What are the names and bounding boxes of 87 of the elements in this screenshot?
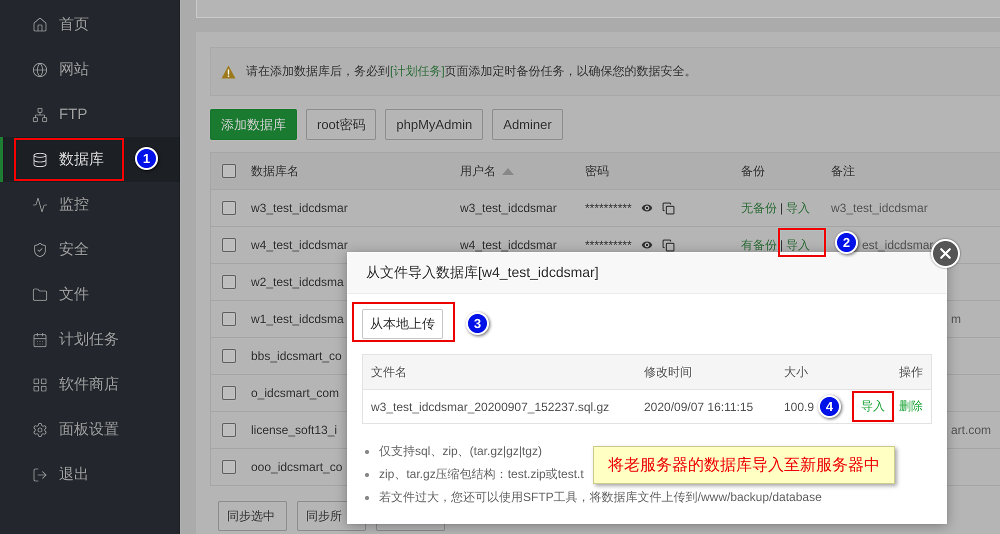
table-cell: w3_test_idcdsmar: [251, 201, 348, 215]
sidebar-item[interactable]: 安全: [0, 227, 180, 272]
grid-icon: [32, 376, 48, 392]
highlight-frame: [778, 228, 826, 257]
table-cell: w4_test_idcdsmar: [460, 238, 557, 252]
logout-icon: [32, 466, 48, 482]
column-header[interactable]: 备注: [831, 162, 855, 180]
backup-status[interactable]: 有备份: [741, 236, 777, 254]
close-icon: [937, 245, 954, 262]
table-cell: w3_test_idcdsmar_20200907_152237.sql.gz: [371, 400, 610, 414]
upload-button[interactable]: 从本地上传: [362, 309, 443, 339]
database-icon: [32, 152, 48, 168]
sidebar-item[interactable]: 首页: [0, 2, 180, 47]
note-text: zip、tar.gz压缩包结构：test.zip或test.t: [379, 467, 584, 482]
checkbox[interactable]: [222, 312, 236, 326]
table-cell: w3_test_idcdsmar: [831, 201, 928, 215]
column-header: 操作: [899, 364, 923, 380]
copy-icon[interactable]: [662, 238, 675, 252]
warning-icon: [221, 64, 236, 78]
sidebar-item[interactable]: 网站: [0, 47, 180, 92]
checkbox[interactable]: [222, 201, 236, 215]
column-header: 大小: [784, 364, 808, 380]
sidebar-item[interactable]: 计划任务: [0, 317, 180, 362]
checkbox[interactable]: [222, 349, 236, 363]
sidebar-item[interactable]: 监控: [0, 182, 180, 227]
settings-icon: [32, 422, 48, 438]
footer-button[interactable]: 同步选中: [218, 501, 287, 531]
calendar-icon: [32, 332, 48, 348]
import-link[interactable]: 导入: [786, 200, 810, 216]
table-cell: ooo_idcsmart_co: [251, 460, 342, 474]
column-header[interactable]: 数据库名: [251, 162, 299, 180]
globe-icon: [32, 62, 48, 78]
table-cell: bbs_idcsmart_co: [251, 349, 342, 363]
table-cell: license_soft13_i: [251, 423, 338, 437]
password-text: **********: [585, 238, 632, 252]
delete-link[interactable]: 删除: [899, 398, 923, 415]
bullet-icon: [365, 472, 369, 476]
add-database-button[interactable]: 添加数据库: [210, 109, 297, 140]
toolbar-button[interactable]: phpMyAdmin: [385, 109, 484, 140]
column-header[interactable]: 用户名: [460, 162, 514, 180]
checkbox[interactable]: [222, 386, 236, 400]
sidebar-item[interactable]: 退出: [0, 452, 180, 497]
folder-icon: [32, 286, 48, 302]
schedule-link[interactable]: [计划任务]: [390, 64, 445, 78]
house-icon: [32, 16, 48, 32]
table-cell: est_idcdsmar: [862, 238, 934, 252]
table-cell: 2020/09/07 16:11:15: [644, 400, 754, 414]
sidebar-item[interactable]: 文件: [0, 272, 180, 317]
table-cell: w3_test_idcdsmar: [460, 201, 557, 215]
column-header: 文件名: [371, 364, 407, 380]
bullet-icon: [365, 496, 369, 500]
password-text: **********: [585, 201, 632, 215]
toolbar-button[interactable]: Adminer: [492, 109, 563, 140]
network-icon: [32, 106, 48, 122]
separator: |: [780, 201, 784, 215]
dialog-title: 从文件导入数据库[w4_test_idcdsmar]: [347, 252, 947, 294]
sidebar-item[interactable]: 面板设置: [0, 407, 180, 452]
checkbox[interactable]: [222, 275, 236, 289]
callout-note: 将老服务器的数据库导入至新服务器中: [593, 446, 895, 484]
chart-icon: [32, 196, 48, 212]
table-cell: m: [951, 312, 961, 326]
note-text: 若文件过大，您还可以使用SFTP工具，将数据库文件上传到/www/backup/database: [379, 490, 822, 505]
bullet-icon: [365, 450, 369, 454]
shield-icon: [32, 242, 48, 258]
checkbox[interactable]: [222, 460, 236, 474]
backup-status[interactable]: 无备份: [741, 200, 777, 216]
sidebar-item[interactable]: FTP: [0, 92, 180, 137]
table-cell: art.com: [951, 423, 992, 437]
table-cell: 100.9: [784, 400, 814, 414]
table-cell: w2_test_idcdsma: [251, 275, 344, 289]
notice-text: 请在添加数据库后，务必到[计划任务]页面添加定时备份任务，以确保您的数据安全。: [246, 63, 697, 80]
sidebar-item[interactable]: 软件商店: [0, 362, 180, 407]
column-header[interactable]: 密码: [585, 162, 609, 180]
column-header[interactable]: 备份: [741, 162, 765, 180]
checkbox[interactable]: [222, 238, 236, 252]
checkbox[interactable]: [222, 423, 236, 437]
column-header: 修改时间: [644, 364, 692, 380]
table-cell: w4_test_idcdsmar: [251, 238, 348, 252]
note-text: 仅支持sql、zip、(tar.gz|gz|tgz): [379, 444, 542, 459]
toolbar-button[interactable]: root密码: [306, 109, 376, 140]
checkbox[interactable]: [222, 164, 236, 178]
copy-icon[interactable]: [662, 202, 675, 214]
table-cell: w1_test_idcdsma: [251, 312, 344, 326]
import-link[interactable]: 导入: [852, 391, 894, 422]
separator: |: [780, 238, 784, 252]
import-link[interactable]: 导入: [786, 236, 810, 254]
table-cell: o_idcsmart_com: [251, 386, 340, 400]
